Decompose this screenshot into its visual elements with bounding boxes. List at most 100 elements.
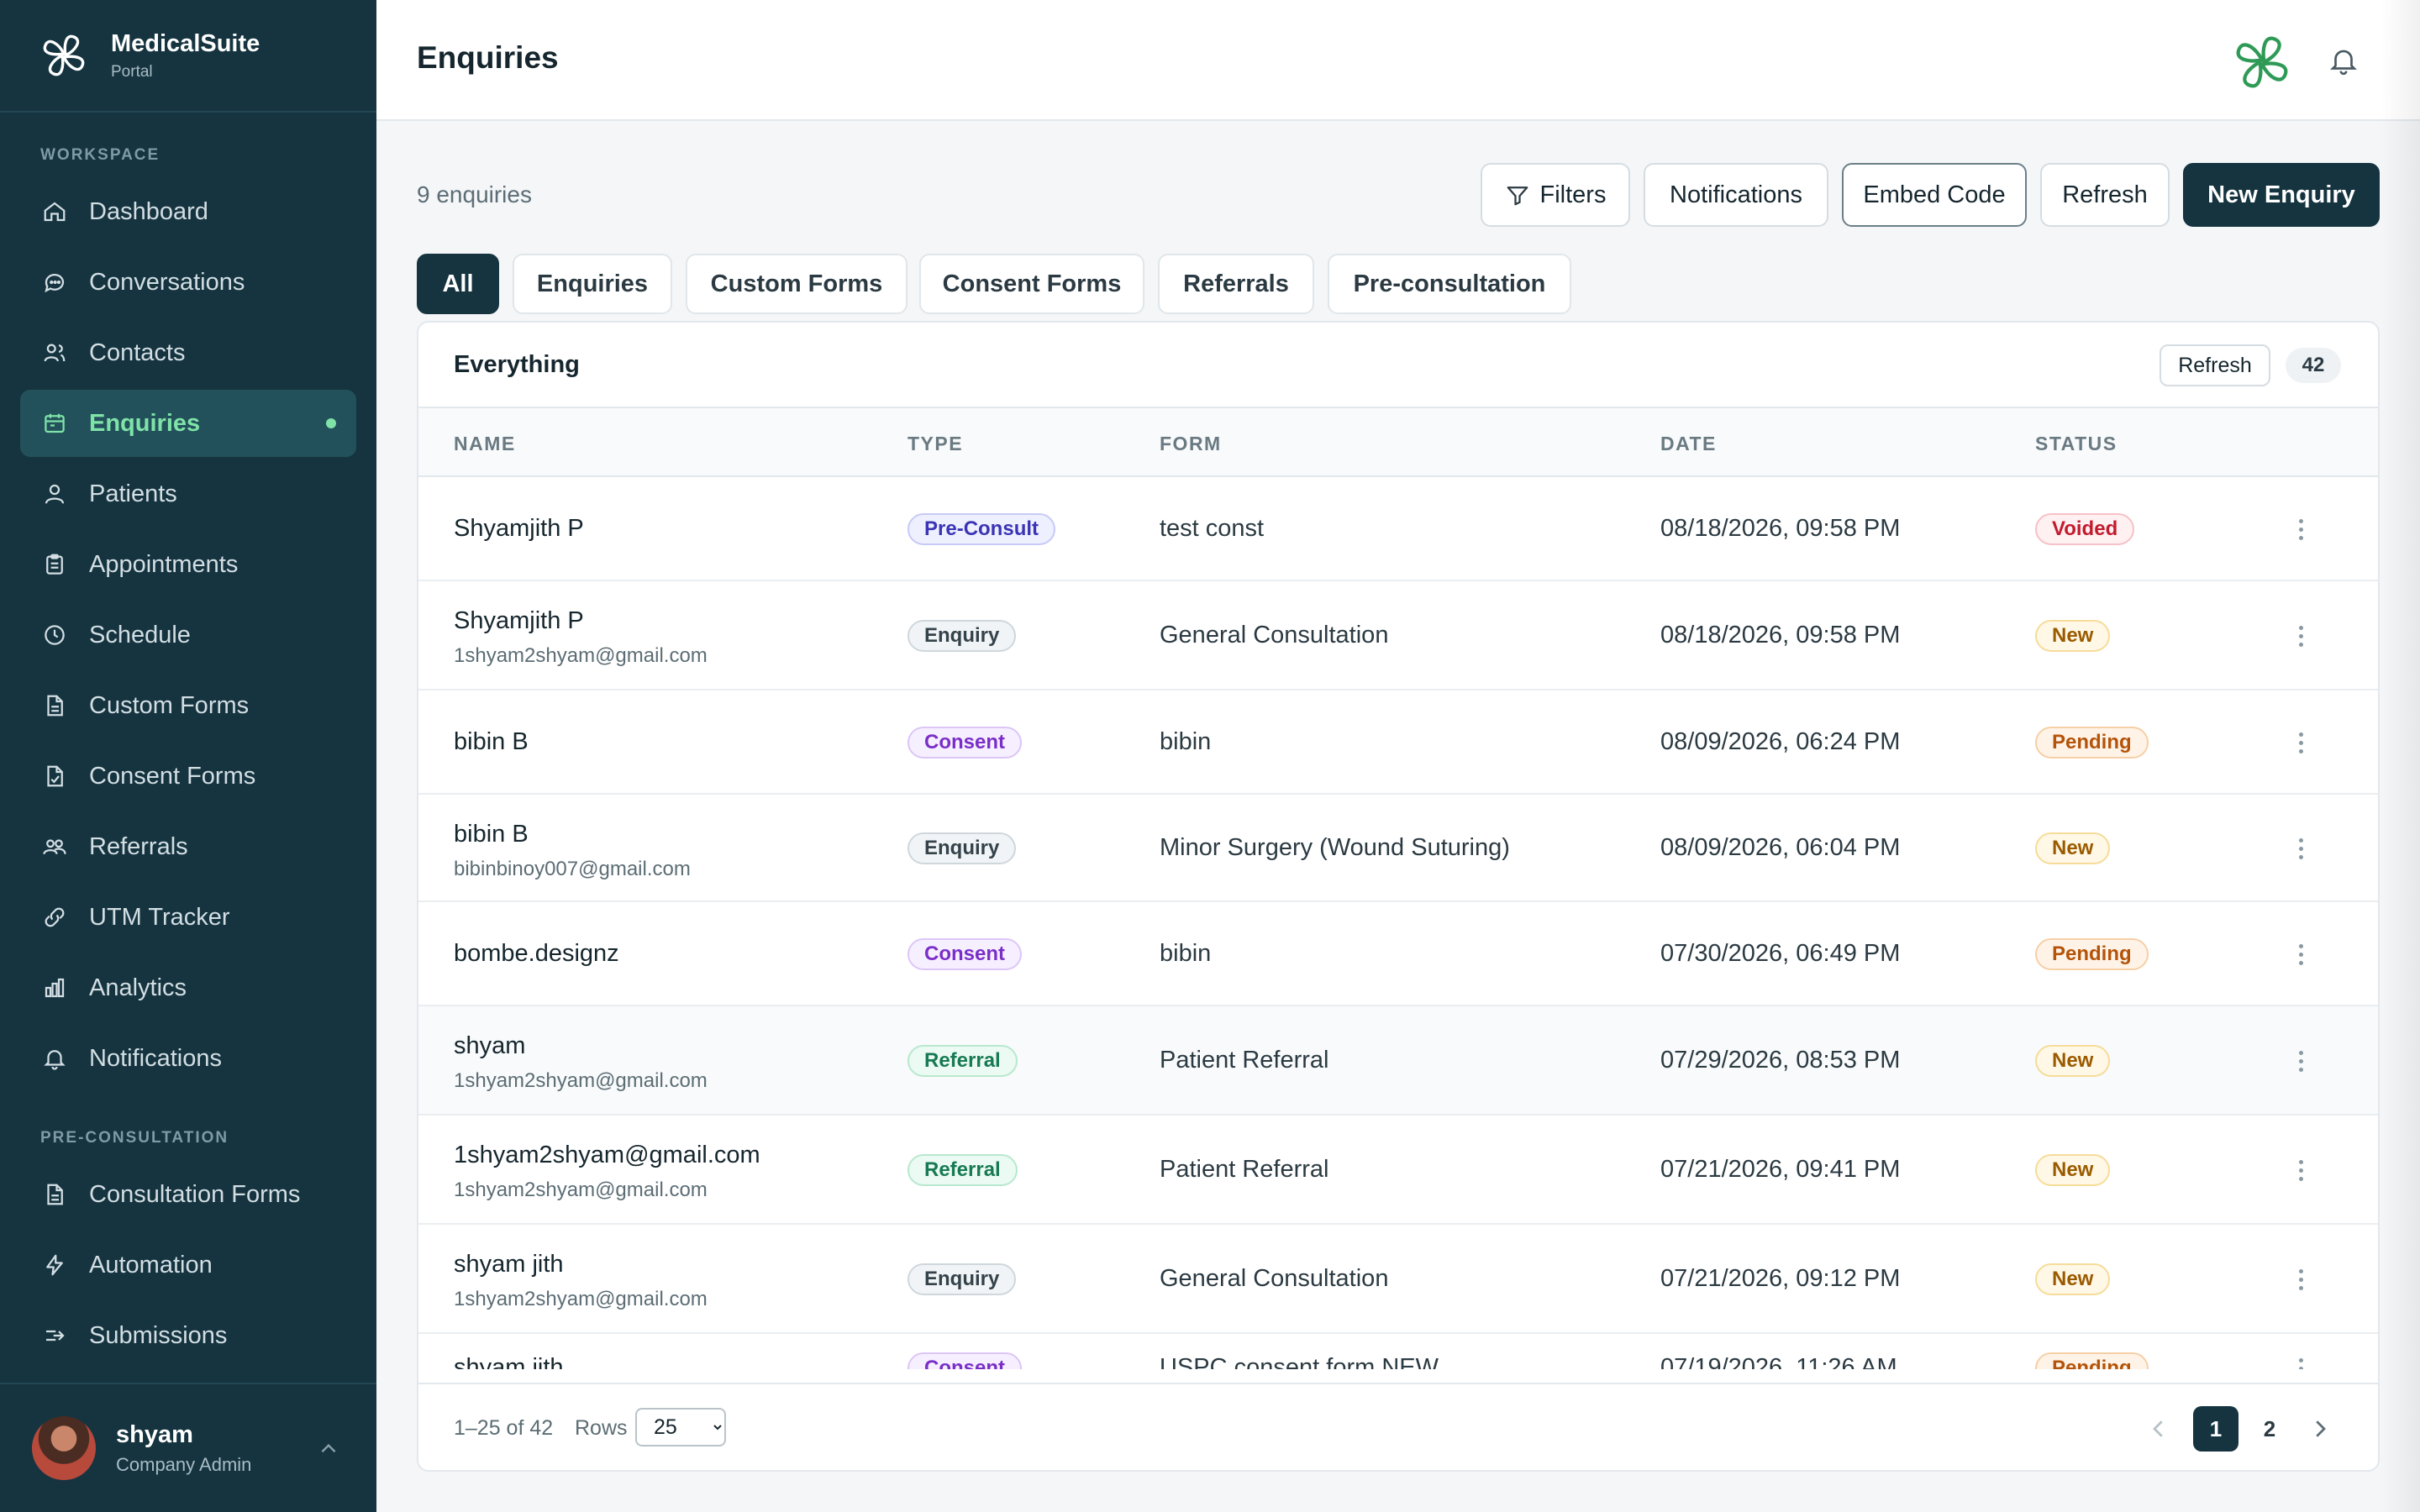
tab-enquiries[interactable]: Enquiries — [513, 254, 672, 314]
sidebar-item-custom-forms[interactable]: Custom Forms — [20, 672, 356, 739]
row-form: Minor Surgery (Wound Suturing) — [1160, 834, 1510, 861]
bell-icon[interactable] — [2328, 44, 2360, 77]
sidebar-item-analytics[interactable]: Analytics — [20, 954, 356, 1021]
brand[interactable]: MedicalSuite Portal — [0, 0, 376, 113]
sidebar-item-appointments[interactable]: Appointments — [20, 531, 356, 598]
table-header: NAME TYPE FORM DATE STATUS — [418, 408, 2378, 477]
preconsultation-section-label: PRE-CONSULTATION — [40, 1129, 229, 1147]
row-actions-menu-icon[interactable] — [2289, 512, 2312, 546]
column-header-status[interactable]: STATUS — [2035, 433, 2118, 455]
sidebar-item-referrals[interactable]: Referrals — [20, 813, 356, 880]
row-name: Shyamjith P — [454, 515, 584, 542]
sidebar-item-consent-forms[interactable]: Consent Forms — [20, 743, 356, 810]
row-form: General Consultation — [1160, 1265, 1389, 1292]
tab-pre-consultation[interactable]: Pre-consultation — [1328, 254, 1571, 314]
active-indicator-dot — [326, 418, 336, 428]
row-actions-menu-icon[interactable] — [2289, 937, 2312, 971]
sidebar-item-label: Contacts — [89, 339, 186, 366]
row-date: 08/18/2026, 09:58 PM — [1660, 622, 1901, 648]
sidebar-item-patients[interactable]: Patients — [20, 460, 356, 528]
table-row[interactable]: 1shyam2shyam@gmail.com 1shyam2shyam@gmai… — [418, 1116, 2378, 1225]
row-name: shyam jith — [454, 1251, 564, 1278]
tab-custom-forms[interactable]: Custom Forms — [686, 254, 908, 314]
sidebar-item-schedule[interactable]: Schedule — [20, 601, 356, 669]
clover-logo-icon[interactable] — [2228, 29, 2296, 96]
table-row[interactable]: Shyamjith P Pre-Consult test const 08/18… — [418, 477, 2378, 581]
row-form: Patient Referral — [1160, 1047, 1329, 1074]
sidebar-item-automation[interactable]: Automation — [20, 1231, 356, 1299]
tab-consent-forms[interactable]: Consent Forms — [919, 254, 1144, 314]
status-badge: New — [2035, 832, 2111, 864]
column-header-form[interactable]: FORM — [1160, 433, 1222, 455]
table-row[interactable]: shyam jith Consent USPC consent form NEW… — [418, 1334, 2378, 1369]
tab-referrals[interactable]: Referrals — [1158, 254, 1314, 314]
document-icon — [47, 1184, 63, 1205]
row-email: 1shyam2shyam@gmail.com — [454, 1179, 708, 1201]
column-header-name[interactable]: NAME — [454, 433, 516, 455]
rows-per-page-label: Rows — [575, 1416, 628, 1440]
table-row[interactable]: bibin B bibinbinoy007@gmail.com Enquiry … — [418, 795, 2378, 902]
rows-per-page-select[interactable]: 25 — [635, 1408, 726, 1446]
sidebar-item-dashboard[interactable]: Dashboard — [20, 178, 356, 245]
row-actions-menu-icon[interactable] — [2289, 1263, 2312, 1296]
link-icon — [45, 907, 65, 927]
chat-icon — [45, 274, 65, 293]
table-row[interactable]: shyam 1shyam2shyam@gmail.com Referral Pa… — [418, 1006, 2378, 1116]
row-actions-menu-icon[interactable] — [2289, 1352, 2312, 1369]
table-row[interactable]: bibin B Consent bibin 08/09/2026, 06:24 … — [418, 690, 2378, 795]
chevron-up-icon[interactable] — [318, 1438, 339, 1460]
table-row[interactable]: shyam jith 1shyam2shyam@gmail.com Enquir… — [418, 1225, 2378, 1334]
type-badge: Consent — [908, 1352, 1022, 1369]
sidebar-item-notifications[interactable]: Notifications — [20, 1025, 356, 1092]
status-badge: New — [2035, 1154, 2111, 1186]
sidebar-item-consultation-forms[interactable]: Consultation Forms — [20, 1161, 356, 1228]
sidebar-item-utm-tracker[interactable]: UTM Tracker — [20, 884, 356, 951]
status-badge: Pending — [2035, 1352, 2149, 1369]
table-body: Shyamjith P Pre-Consult test const 08/18… — [418, 477, 2378, 1369]
tab-all[interactable]: All — [417, 254, 499, 314]
row-name: Shyamjith P — [454, 607, 584, 634]
chevron-left-icon[interactable] — [2146, 1416, 2171, 1441]
column-header-type[interactable]: TYPE — [908, 433, 963, 455]
table-row[interactable]: Shyamjith P 1shyam2shyam@gmail.com Enqui… — [418, 581, 2378, 690]
row-date: 07/29/2026, 08:53 PM — [1660, 1047, 1901, 1074]
sidebar-item-submissions[interactable]: Submissions — [20, 1302, 356, 1369]
pagination-bar: 1–25 of 42 Rows 25 1 2 — [418, 1383, 2378, 1470]
notifications-button[interactable]: Notifications — [1644, 163, 1828, 227]
row-date: 08/09/2026, 06:24 PM — [1660, 728, 1901, 755]
page-2-button[interactable]: 2 — [2247, 1406, 2292, 1452]
row-actions-menu-icon[interactable] — [2289, 1044, 2312, 1078]
enquiries-table-card: Everything Refresh 42 NAME TYPE FORM DAT… — [417, 321, 2380, 1472]
filters-button[interactable]: Filters — [1481, 163, 1630, 227]
embed-code-button[interactable]: Embed Code — [1842, 163, 2027, 227]
page-1-button[interactable]: 1 — [2193, 1406, 2238, 1452]
filter-icon — [1507, 186, 1528, 206]
count-badge: 42 — [2286, 348, 2341, 383]
status-badge: New — [2035, 1045, 2111, 1077]
row-actions-menu-icon[interactable] — [2289, 619, 2312, 653]
new-enquiry-button[interactable]: New Enquiry — [2183, 163, 2380, 227]
user-menu[interactable]: shyam Company Admin — [0, 1383, 376, 1512]
chevron-right-icon[interactable] — [2307, 1416, 2333, 1441]
row-actions-menu-icon[interactable] — [2289, 832, 2312, 865]
table-refresh-button[interactable]: Refresh — [2160, 344, 2270, 386]
sidebar-item-label: Dashboard — [89, 197, 208, 225]
status-badge: New — [2035, 1263, 2111, 1295]
row-date: 07/30/2026, 06:49 PM — [1660, 940, 1901, 967]
sidebar-item-conversations[interactable]: Conversations — [20, 249, 356, 316]
refresh-button[interactable]: Refresh — [2040, 163, 2170, 227]
type-badge: Enquiry — [908, 1263, 1017, 1295]
clipboard-icon — [46, 554, 63, 575]
type-badge: Pre-Consult — [908, 513, 1056, 545]
row-actions-menu-icon[interactable] — [2289, 726, 2312, 759]
sidebar-item-enquiries[interactable]: Enquiries — [20, 390, 356, 457]
row-email: 1shyam2shyam@gmail.com — [454, 1288, 708, 1310]
row-date: 08/09/2026, 06:04 PM — [1660, 834, 1901, 861]
sidebar-item-label: Submissions — [89, 1321, 228, 1349]
column-header-date[interactable]: DATE — [1660, 433, 1717, 455]
type-badge: Referral — [908, 1154, 1018, 1186]
table-row[interactable]: bombe.designz Consent bibin 07/30/2026, … — [418, 902, 2378, 1006]
sidebar-item-contacts[interactable]: Contacts — [20, 319, 356, 386]
card-header: Everything Refresh 42 — [418, 323, 2378, 408]
row-actions-menu-icon[interactable] — [2289, 1153, 2312, 1187]
